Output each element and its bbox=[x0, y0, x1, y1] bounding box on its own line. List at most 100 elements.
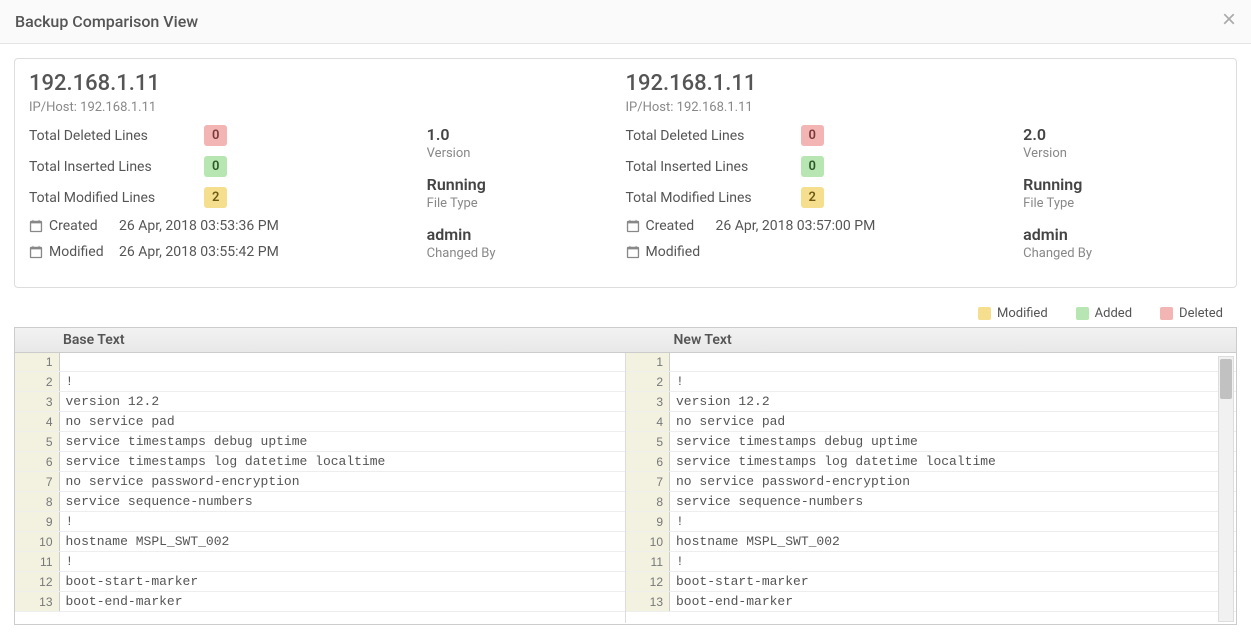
created-label-left: Created bbox=[49, 218, 98, 234]
line-number: 3 bbox=[15, 392, 59, 412]
line-content: service timestamps debug uptime bbox=[59, 432, 625, 452]
filetype-label-right: File Type bbox=[1023, 196, 1222, 211]
diff-row: 8service sequence-numbers bbox=[626, 492, 1237, 512]
diff-scrollbar[interactable] bbox=[1218, 356, 1234, 622]
diff-row: 6service timestamps log datetime localti… bbox=[15, 452, 625, 472]
line-number: 11 bbox=[626, 552, 670, 572]
deleted-badge-left: 0 bbox=[204, 125, 227, 146]
line-number: 11 bbox=[15, 552, 59, 572]
inserted-label-left: Total Inserted Lines bbox=[29, 159, 204, 175]
diff-row: 4no service pad bbox=[626, 412, 1237, 432]
deleted-label-right: Total Deleted Lines bbox=[626, 128, 801, 144]
host-title-right: 192.168.1.11 bbox=[626, 71, 1223, 96]
diff-row: 10hostname MSPL_SWT_002 bbox=[626, 532, 1237, 552]
changedby-value-right: admin bbox=[1023, 225, 1222, 244]
line-content bbox=[59, 353, 625, 372]
modified-label-right: Total Modified Lines bbox=[626, 190, 801, 206]
new-text-header: New Text bbox=[626, 328, 1237, 352]
line-number: 9 bbox=[15, 512, 59, 532]
close-icon: × bbox=[1222, 6, 1236, 33]
diff-row: 2! bbox=[626, 372, 1237, 392]
line-content: no service password-encryption bbox=[59, 472, 625, 492]
line-number: 13 bbox=[15, 592, 59, 612]
modified-badge-right: 2 bbox=[801, 187, 824, 208]
diff-row: 4no service pad bbox=[15, 412, 625, 432]
changedby-label-left: Changed By bbox=[427, 246, 626, 261]
calendar-icon bbox=[29, 245, 43, 259]
line-number: 1 bbox=[15, 353, 59, 372]
line-number: 8 bbox=[15, 492, 59, 512]
line-content: no service pad bbox=[59, 412, 625, 432]
ip-label-right: IP/Host: bbox=[626, 100, 674, 115]
version-label-left: Version bbox=[427, 146, 626, 161]
info-panel: 192.168.1.11 IP/Host: 192.168.1.11 Total… bbox=[14, 58, 1237, 288]
diff-row: 5service timestamps debug uptime bbox=[15, 432, 625, 452]
line-number: 4 bbox=[626, 412, 670, 432]
version-value-left: 1.0 bbox=[427, 125, 626, 144]
line-content bbox=[670, 353, 1237, 372]
line-content: ! bbox=[670, 552, 1237, 572]
inserted-badge-left: 0 bbox=[204, 156, 227, 177]
modified-value-left: 26 Apr, 2018 03:55:42 PM bbox=[119, 244, 279, 260]
calendar-icon bbox=[626, 219, 640, 233]
new-text-column[interactable]: 12!3version 12.24no service pad5service … bbox=[626, 353, 1237, 623]
calendar-icon bbox=[626, 245, 640, 259]
diff-row: 1 bbox=[626, 353, 1237, 372]
ip-value-right: 192.168.1.11 bbox=[677, 100, 753, 115]
deleted-label-left: Total Deleted Lines bbox=[29, 128, 204, 144]
legend-modified: Modified bbox=[978, 306, 1048, 321]
version-value-right: 2.0 bbox=[1023, 125, 1222, 144]
diff-row: 8service sequence-numbers bbox=[15, 492, 625, 512]
line-number: 12 bbox=[15, 572, 59, 592]
line-content: boot-start-marker bbox=[59, 572, 625, 592]
modified-badge-left: 2 bbox=[204, 187, 227, 208]
line-content: boot-end-marker bbox=[670, 592, 1237, 612]
line-number: 7 bbox=[626, 472, 670, 492]
line-content: ! bbox=[670, 372, 1237, 392]
diff-row: 13boot-end-marker bbox=[15, 592, 625, 612]
ip-label-left: IP/Host: bbox=[29, 100, 77, 115]
line-number: 9 bbox=[626, 512, 670, 532]
line-content: version 12.2 bbox=[59, 392, 625, 412]
line-content: boot-start-marker bbox=[670, 572, 1237, 592]
inserted-badge-right: 0 bbox=[801, 156, 824, 177]
line-number: 7 bbox=[15, 472, 59, 492]
line-number: 3 bbox=[626, 392, 670, 412]
modal-header: Backup Comparison View × bbox=[0, 0, 1251, 44]
diff-row: 7no service password-encryption bbox=[15, 472, 625, 492]
line-content: service sequence-numbers bbox=[670, 492, 1237, 512]
diff-row: 3version 12.2 bbox=[626, 392, 1237, 412]
backup-left: 192.168.1.11 IP/Host: 192.168.1.11 Total… bbox=[29, 71, 626, 275]
line-number: 5 bbox=[626, 432, 670, 452]
diff-row: 11! bbox=[15, 552, 625, 572]
diff-row: 9! bbox=[15, 512, 625, 532]
line-content: ! bbox=[59, 372, 625, 392]
host-title-left: 192.168.1.11 bbox=[29, 71, 626, 96]
modified-label-left: Total Modified Lines bbox=[29, 190, 204, 206]
line-number: 5 bbox=[15, 432, 59, 452]
legend-added: Added bbox=[1076, 306, 1132, 321]
created-label-right: Created bbox=[646, 218, 695, 234]
line-number: 12 bbox=[626, 572, 670, 592]
ip-value-left: 192.168.1.11 bbox=[80, 100, 156, 115]
diff-row: 10hostname MSPL_SWT_002 bbox=[15, 532, 625, 552]
deleted-badge-right: 0 bbox=[801, 125, 824, 146]
calendar-icon bbox=[29, 219, 43, 233]
legend-deleted: Deleted bbox=[1160, 306, 1223, 321]
line-content: service timestamps log datetime localtim… bbox=[670, 452, 1237, 472]
line-content: ! bbox=[59, 512, 625, 532]
line-content: service sequence-numbers bbox=[59, 492, 625, 512]
diff-legend: Modified Added Deleted bbox=[0, 302, 1251, 327]
version-label-right: Version bbox=[1023, 146, 1222, 161]
line-number: 1 bbox=[626, 353, 670, 372]
line-number: 4 bbox=[15, 412, 59, 432]
line-content: ! bbox=[59, 552, 625, 572]
close-button[interactable]: × bbox=[1222, 8, 1236, 32]
base-text-column[interactable]: 12!3version 12.24no service pad5service … bbox=[15, 353, 626, 623]
line-content: service timestamps log datetime localtim… bbox=[59, 452, 625, 472]
host-sub-left: IP/Host: 192.168.1.11 bbox=[29, 100, 626, 115]
scroll-thumb[interactable] bbox=[1220, 359, 1232, 399]
created-value-right: 26 Apr, 2018 03:57:00 PM bbox=[716, 218, 876, 234]
modified-label-right: Modified bbox=[646, 244, 701, 260]
line-number: 6 bbox=[15, 452, 59, 472]
